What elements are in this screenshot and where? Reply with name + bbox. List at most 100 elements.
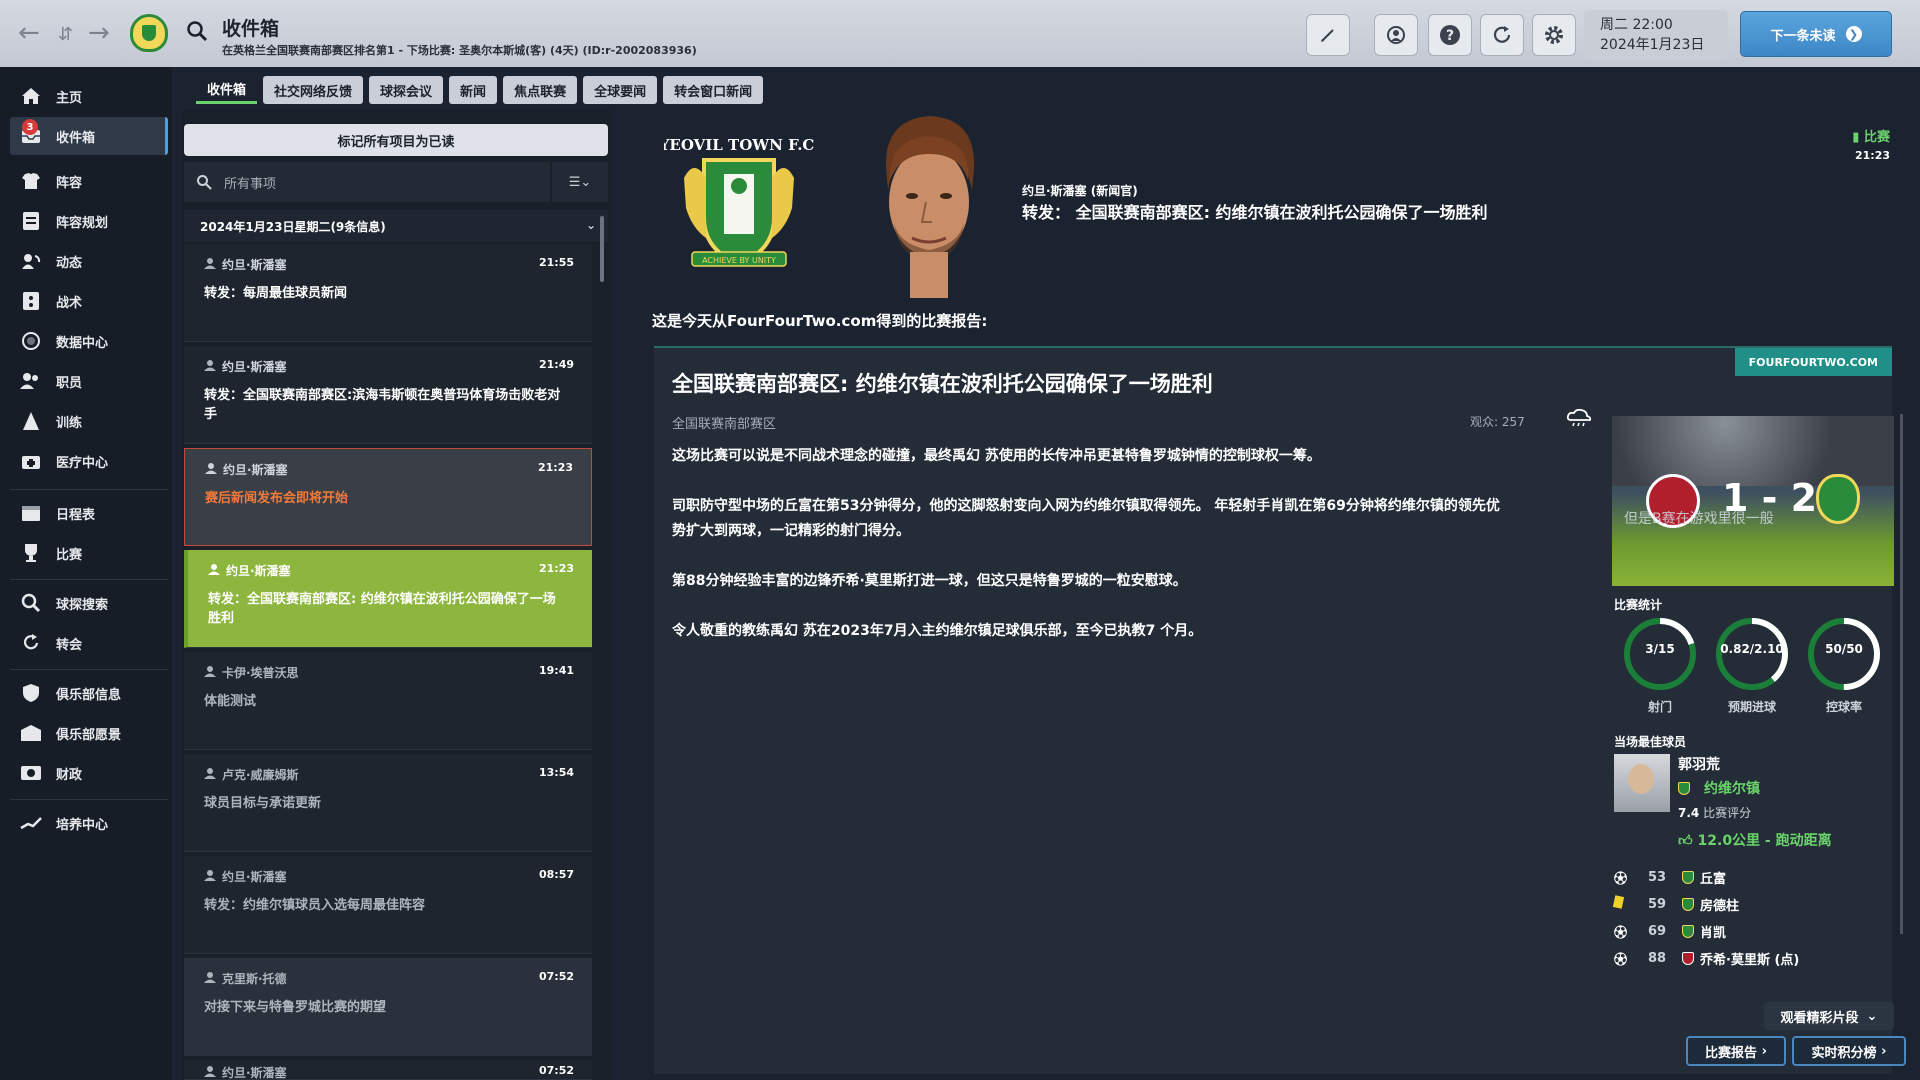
tab-world-news[interactable]: 全球要闻 — [583, 76, 658, 104]
message-subject: 体能测试 — [204, 694, 257, 709]
message-subject: 转发：约维尔镇球员入选每周最佳阵容 — [204, 898, 426, 913]
sidebar-item-squad[interactable]: 阵容 — [10, 162, 168, 200]
search-icon[interactable] — [186, 20, 208, 46]
help-button[interactable]: ? — [1428, 14, 1472, 56]
match-event[interactable]: 59 房德柱 — [1612, 893, 1884, 915]
list-item[interactable]: 约旦·斯潘塞 07:52 — [184, 1060, 592, 1080]
message-sender-detail[interactable]: 约旦·斯潘塞 (新闻官) — [1022, 182, 1138, 199]
unread-badge: 3 — [22, 119, 38, 135]
report-source-link[interactable]: FourFourTwo.com — [727, 312, 876, 330]
list-item[interactable]: 卡伊·埃普沃思 19:41 体能测试 — [184, 652, 592, 750]
list-item[interactable]: 约旦·斯潘塞 21:55 转发：每周最佳球员新闻 — [184, 244, 592, 342]
list-item[interactable]: 卢克·威廉姆斯 13:54 球员目标与承诺更新 — [184, 754, 592, 852]
refresh-button[interactable] — [1480, 14, 1524, 56]
message-subject: 球员目标与承诺更新 — [204, 796, 322, 811]
tab-news[interactable]: 新闻 — [449, 76, 498, 104]
sidebar-item-training[interactable]: 训练 — [10, 402, 168, 440]
sidebar-item-home[interactable]: 主页 — [10, 77, 168, 115]
match-link[interactable]: ▮ 比赛 21:23 — [1852, 126, 1890, 162]
next-unread-button[interactable]: 下一条未读 ❯ — [1740, 11, 1892, 57]
sidebar-item-development[interactable]: 培养中心 — [10, 804, 168, 842]
ticket-icon: ▮ — [1852, 130, 1860, 145]
match-score-card[interactable]: 1 - 2 但是B赛在游戏里很一般 — [1612, 416, 1894, 586]
sidebar-item-label: 职员 — [56, 375, 83, 391]
player-of-match-name[interactable]: 郭羽荒 — [1678, 754, 1720, 774]
event-player: 丘富 — [1700, 871, 1727, 887]
sidebar-item-club-info[interactable]: 俱乐部信息 — [10, 674, 168, 712]
sidebar-item-competitions[interactable]: 比赛 — [10, 534, 168, 572]
match-event[interactable]: ⚽︎ 69 肖凯 — [1614, 920, 1884, 942]
right-panel-scrollbar[interactable] — [1900, 414, 1903, 934]
sidebar-item-club-vision[interactable]: 俱乐部愿景 — [10, 714, 168, 752]
club-crest-icon[interactable] — [130, 14, 168, 52]
sidebar-item-schedule[interactable]: 日程表 — [10, 494, 168, 532]
live-table-label: 实时积分榜 — [1811, 1045, 1877, 1061]
sidebar-item-label: 日程表 — [56, 507, 96, 523]
sidebar-item-inbox[interactable]: 3 收件箱 — [10, 117, 168, 155]
player-rating: 7.4 比赛评分 — [1678, 804, 1751, 821]
match-report-button[interactable]: 比赛报告 › — [1686, 1036, 1786, 1066]
distance-covered: 👍︎ 12.0公里 - 跑动距离 — [1678, 830, 1832, 850]
watch-highlights-button[interactable]: 观看精彩片段 ⌄ — [1764, 1002, 1894, 1030]
mark-all-read-button[interactable]: 标记所有项目为已读 — [184, 124, 608, 156]
tab-scouting-meeting[interactable]: 球探会议 — [369, 76, 444, 104]
calendar-icon — [20, 502, 42, 524]
match-event[interactable]: ⚽︎ 88 乔希·莫里斯 (点) — [1614, 947, 1884, 969]
tab-focus-league[interactable]: 焦点联赛 — [503, 76, 578, 104]
settings-button[interactable] — [1532, 14, 1576, 56]
sidebar-item-medical[interactable]: 医疗中心 — [10, 442, 168, 480]
article-title: 全国联赛南部赛区: 约维尔镇在波利托公园确保了一场胜利 — [672, 372, 1213, 396]
list-item[interactable]: 克里斯·托德 07:52 对接下来与特鲁罗城比赛的期望 — [184, 958, 592, 1056]
up-down-icon[interactable]: ⇵ — [58, 22, 73, 48]
assistant-button[interactable] — [1374, 14, 1418, 56]
sidebar-item-scouting[interactable]: 球探搜索 — [10, 584, 168, 622]
sidebar-item-dynamics[interactable]: 动态 — [10, 242, 168, 280]
shots-label: 射门 — [1647, 700, 1672, 714]
truro-crest-icon — [1682, 951, 1694, 965]
inbox-tabs: 收件箱 社交网络反馈 球探会议 新闻 焦点联赛 全球要闻 转会窗口新闻 — [196, 76, 764, 104]
player-photo[interactable] — [1614, 754, 1670, 812]
list-item-selected[interactable]: 约旦·斯潘塞 21:23 转发：全国联赛南部赛区: 约维尔镇在波利托公园确保了一… — [184, 550, 592, 648]
tab-social-feed[interactable]: 社交网络反馈 — [263, 76, 364, 104]
sidebar-item-label: 阵容规划 — [56, 215, 109, 231]
message-sender: 卢克·威廉姆斯 — [222, 768, 299, 782]
match-event[interactable]: ⚽︎ 53 丘富 — [1614, 866, 1884, 888]
sidebar-divider — [10, 669, 168, 670]
sidebar-item-staff[interactable]: 职员 — [10, 362, 168, 400]
player-of-match-title: 当场最佳球员 — [1614, 735, 1687, 749]
player-of-match-club[interactable]: 约维尔镇 — [1678, 778, 1760, 798]
report-intro-prefix: 这是今天从 — [652, 312, 728, 330]
day-group-label: 2024年1月23日星期二(9条信息) — [200, 219, 386, 234]
back-arrow-icon[interactable]: ← — [18, 20, 40, 46]
next-unread-label: 下一条未读 — [1770, 28, 1836, 44]
sidebar-divider — [10, 579, 168, 580]
edit-button[interactable] — [1306, 14, 1350, 56]
sidebar-item-tactics[interactable]: 战术 — [10, 282, 168, 320]
tab-transfer-window-news[interactable]: 转会窗口新闻 — [663, 76, 764, 104]
search-icon — [197, 175, 212, 190]
day-group-header[interactable]: 2024年1月23日星期二(9条信息) ⌄ — [184, 210, 608, 242]
dynamics-icon — [20, 250, 42, 272]
list-item[interactable]: 约旦·斯潘塞 21:23 赛后新闻发布会即将开始 — [184, 448, 592, 546]
message-time: 21:49 — [538, 358, 574, 371]
tab-inbox[interactable]: 收件箱 — [196, 76, 258, 104]
sidebar-item-label: 主页 — [56, 90, 83, 106]
article-competition[interactable]: 全国联赛南部赛区 — [672, 413, 776, 432]
list-item[interactable]: 约旦·斯潘塞 21:49 转发：全国联赛南部赛区:滨海韦斯顿在奥普玛体育场击败老… — [184, 346, 592, 444]
distance-text: 12.0公里 - 跑动距离 — [1697, 833, 1832, 849]
sidebar-item-data-hub[interactable]: 数据中心 — [10, 322, 168, 360]
person-icon — [204, 1066, 216, 1077]
shots-gauge: 3/15 射门 — [1622, 616, 1698, 715]
yellow-card-icon — [1612, 895, 1634, 912]
forward-arrow-icon[interactable]: → — [88, 20, 110, 46]
sidebar-item-finances[interactable]: 财政 — [10, 754, 168, 792]
filter-menu-button[interactable]: ☰⌄ — [552, 162, 608, 202]
sidebar-item-squad-planner[interactable]: 阵容规划 — [10, 202, 168, 240]
inbox-filter[interactable]: 所有事项 — [184, 162, 550, 202]
message-time: 07:52 — [538, 970, 574, 983]
list-item[interactable]: 约旦·斯潘塞 08:57 转发：约维尔镇球员入选每周最佳阵容 — [184, 856, 592, 954]
sidebar-item-transfers[interactable]: 转会 — [10, 624, 168, 662]
league-status-subtitle[interactable]: 在英格兰全国联赛南部赛区排名第1 - 下场比赛: 圣奥尔本斯城(客) (4天) … — [222, 42, 697, 58]
live-table-button[interactable]: 实时积分榜 › — [1792, 1036, 1906, 1066]
inbox-scrollbar[interactable] — [600, 216, 604, 282]
